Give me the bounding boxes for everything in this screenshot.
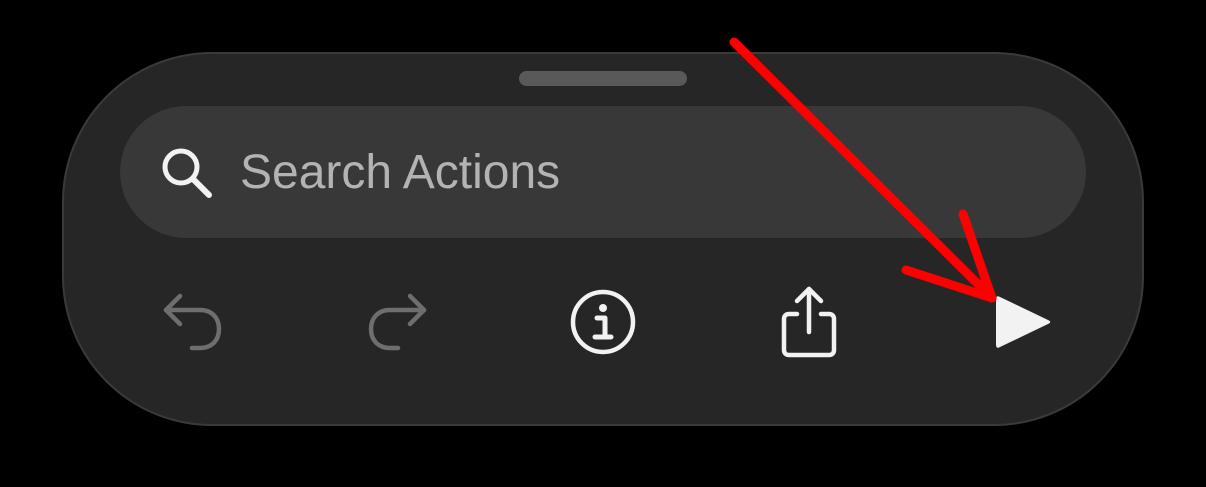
share-button[interactable] <box>769 282 849 362</box>
info-button[interactable] <box>563 282 643 362</box>
info-icon <box>570 289 636 355</box>
search-placeholder: Search Actions <box>240 146 561 199</box>
share-icon <box>781 286 837 358</box>
undo-button[interactable] <box>151 282 231 362</box>
run-shortcut-button[interactable] <box>979 282 1059 362</box>
undo-icon <box>163 293 222 351</box>
sheet-grabber-handle[interactable] <box>519 71 687 86</box>
redo-button[interactable] <box>359 282 439 362</box>
search-icon <box>160 146 214 200</box>
redo-icon <box>368 293 427 351</box>
screen: Search Actions <box>0 0 1206 487</box>
play-icon <box>996 296 1051 348</box>
